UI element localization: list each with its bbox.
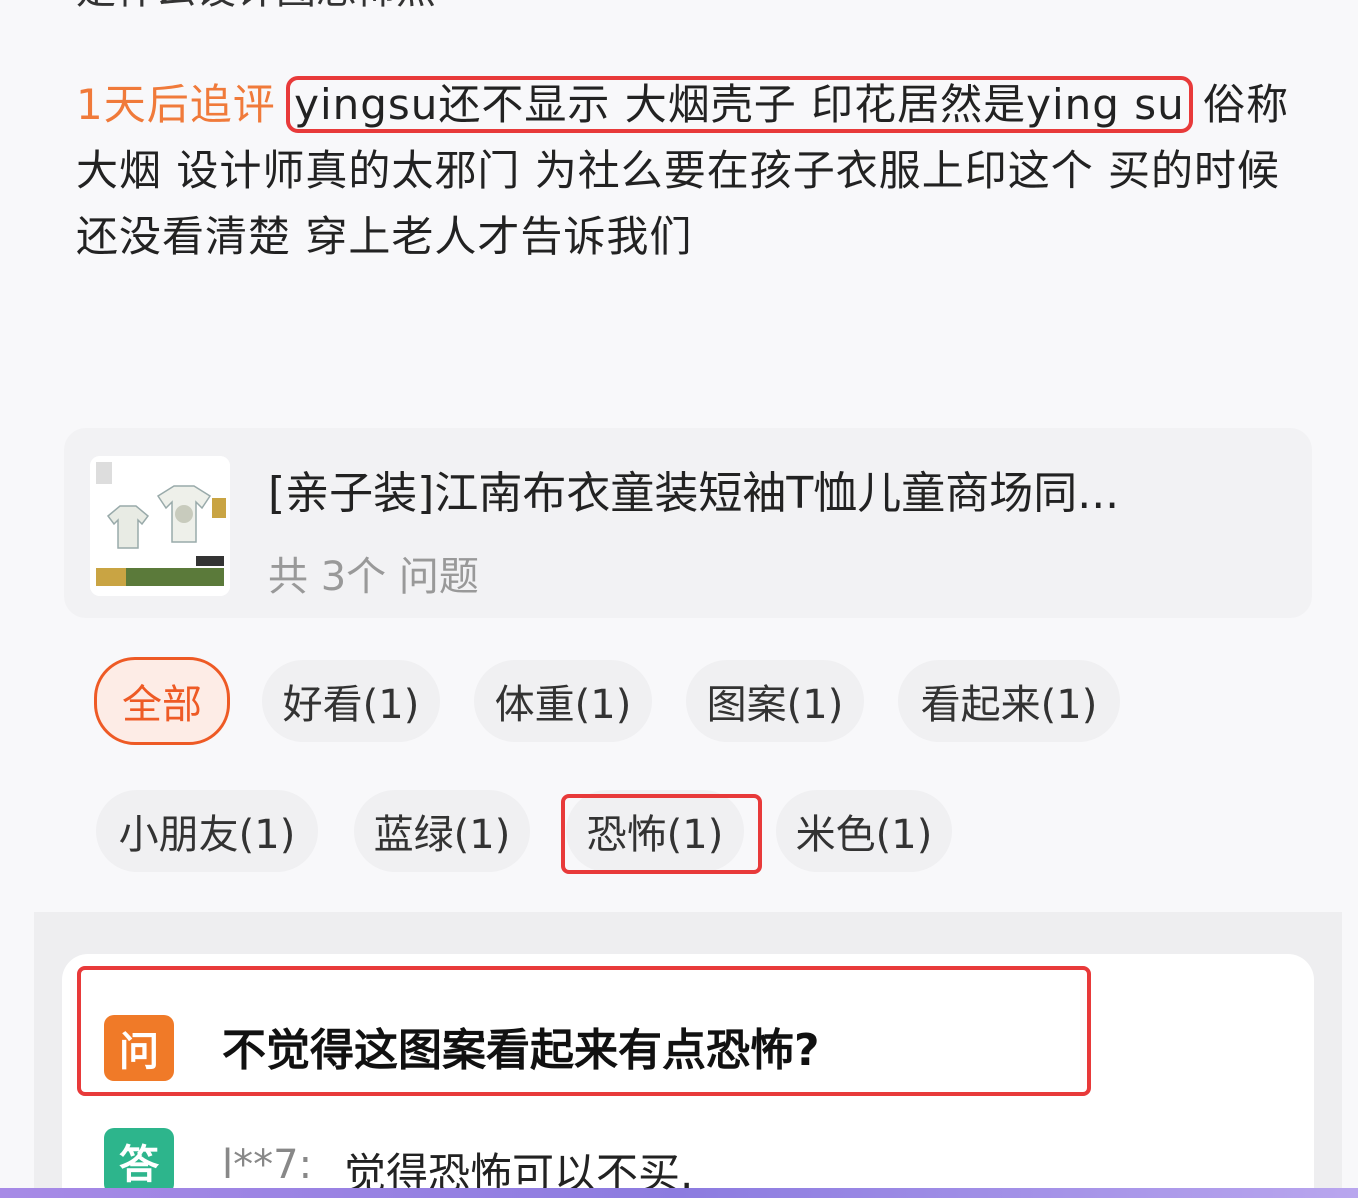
highlighted-phrase: yingsu还不显示 大烟壳子 印花居然是ying su	[286, 76, 1193, 133]
previous-review-line: 是什么设计图恐怖点	[76, 0, 1276, 10]
answer-badge-icon: 答	[104, 1128, 174, 1194]
filter-chip-weight[interactable]: 体重(1)	[474, 660, 652, 742]
filter-chip-pattern[interactable]: 图案(1)	[686, 660, 864, 742]
filter-chip-good-looking[interactable]: 好看(1)	[262, 660, 440, 742]
filter-chip-appearance[interactable]: 看起来(1)	[898, 660, 1120, 742]
product-title: [亲子装]江南布衣童装短袖T恤儿童商场同...	[268, 468, 1120, 519]
answer-user: l**7:	[222, 1142, 313, 1188]
qa-page: 是什么设计图恐怖点 1天后追评 yingsu还不显示 大烟壳子 印花居然是yin…	[0, 0, 1358, 1198]
scary-chip-highlight	[561, 794, 762, 874]
question-badge-icon: 问	[104, 1015, 174, 1081]
tshirt-image-icon	[90, 456, 230, 596]
filter-chip-kids[interactable]: 小朋友(1)	[96, 790, 318, 872]
product-card[interactable]: [亲子装]江南布衣童装短袖T恤儿童商场同... 共 3个 问题	[64, 428, 1312, 618]
filter-chip-blue-green[interactable]: 蓝绿(1)	[354, 790, 530, 872]
filter-chip-all[interactable]: 全部	[94, 657, 230, 745]
question-text: 不觉得这图案看起来有点恐怖?	[222, 1025, 820, 1076]
followup-label: 1天后追评	[76, 80, 276, 129]
product-thumbnail	[90, 456, 230, 596]
bottom-accent-bar	[0, 1188, 1358, 1198]
question-count: 共 3个 问题	[268, 554, 479, 600]
filter-chip-beige[interactable]: 米色(1)	[776, 790, 952, 872]
review-text: 1天后追评 yingsu还不显示 大烟壳子 印花居然是ying su 俗称大烟 …	[76, 72, 1316, 270]
